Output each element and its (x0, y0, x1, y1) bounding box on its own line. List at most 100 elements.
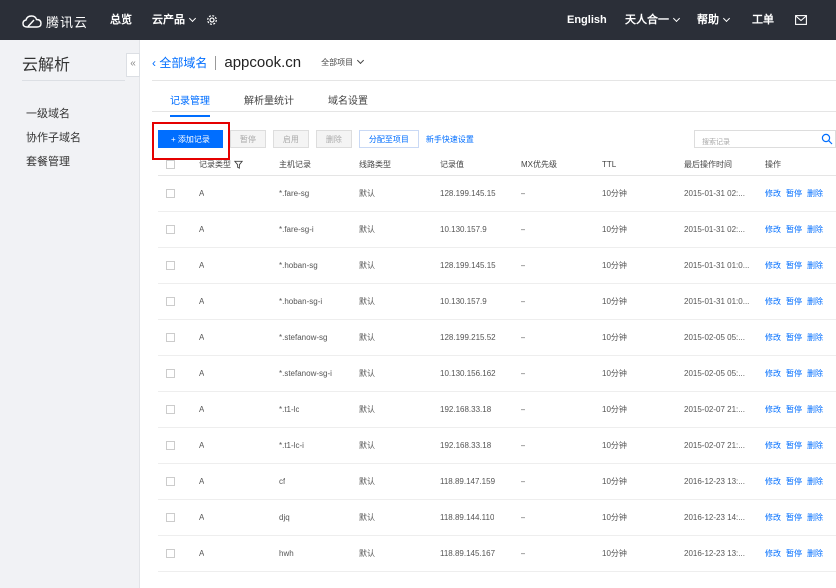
delete-link[interactable]: 删除 (807, 332, 823, 343)
search-input[interactable] (695, 134, 813, 151)
cell-mx: – (521, 189, 526, 198)
row-checkbox[interactable] (166, 189, 175, 198)
delete-link[interactable]: 删除 (807, 368, 823, 379)
row-select (166, 320, 175, 355)
row-checkbox[interactable] (166, 333, 175, 342)
row-checkbox[interactable] (166, 513, 175, 522)
row-checkbox[interactable] (166, 261, 175, 270)
nav-overview[interactable]: 总览 (110, 0, 132, 40)
cell-type: A (199, 549, 205, 558)
project-dropdown[interactable]: 全部项目 (321, 56, 365, 68)
cell-time: 2015-01-31 02:... (684, 189, 745, 198)
edit-link[interactable]: 修改 (765, 332, 781, 343)
cell-line: 默认 (359, 477, 375, 486)
delete-link[interactable]: 删除 (807, 296, 823, 307)
divider (152, 111, 836, 112)
edit-link[interactable]: 修改 (765, 548, 781, 559)
search-icon[interactable] (821, 133, 833, 145)
checkbox[interactable] (166, 160, 175, 169)
edit-link[interactable]: 修改 (765, 296, 781, 307)
delete-link[interactable]: 删除 (807, 512, 823, 523)
delete-link[interactable]: 删除 (807, 188, 823, 199)
filter-icon[interactable] (234, 160, 243, 169)
sidebar-item-top-level-domains[interactable]: 一级域名 (26, 105, 70, 121)
sidebar-collapse-button[interactable]: « (126, 53, 140, 77)
pause-link[interactable]: 暂停 (786, 548, 802, 559)
row-checkbox[interactable] (166, 405, 175, 414)
cell-type: A (199, 261, 205, 270)
pause-button[interactable]: 暂停 (229, 130, 266, 148)
cell-type: A (199, 333, 205, 342)
edit-link[interactable]: 修改 (765, 440, 781, 451)
delete-link[interactable]: 删除 (807, 224, 823, 235)
cell-mx: – (521, 441, 526, 450)
edit-link[interactable]: 修改 (765, 260, 781, 271)
row-select (166, 536, 175, 571)
pause-link[interactable]: 暂停 (786, 332, 802, 343)
row-select (166, 212, 175, 247)
edit-link[interactable]: 修改 (765, 476, 781, 487)
logo[interactable]: 腾讯云 (22, 12, 88, 31)
pause-link[interactable]: 暂停 (786, 404, 802, 415)
pause-link[interactable]: 暂停 (786, 296, 802, 307)
row-checkbox[interactable] (166, 369, 175, 378)
delete-link[interactable]: 删除 (807, 404, 823, 415)
tab-record-management[interactable]: 记录管理 (170, 92, 210, 117)
enable-button[interactable]: 启用 (272, 130, 309, 148)
nav-help[interactable]: 帮助 (697, 0, 731, 40)
delete-button[interactable]: 删除 (315, 130, 352, 148)
nav-account-label: 天人合一 (625, 14, 669, 26)
tab-resolution-stats[interactable]: 解析量统计 (244, 92, 294, 117)
cell-type: A (199, 477, 205, 486)
settings-button[interactable] (206, 0, 218, 40)
row-checkbox[interactable] (166, 225, 175, 234)
pause-link[interactable]: 暂停 (786, 224, 802, 235)
edit-link[interactable]: 修改 (765, 188, 781, 199)
pause-link[interactable]: 暂停 (786, 188, 802, 199)
cell-host: *.t1-lc (279, 405, 300, 414)
quick-setup-link[interactable]: 新手快速设置 (426, 134, 474, 145)
cell-host: *.fare-sg-i (279, 225, 314, 234)
mail-button[interactable] (795, 0, 807, 40)
cell-ttl: 10分钟 (602, 225, 627, 234)
nav-ticket[interactable]: 工单 (752, 0, 774, 40)
nav-language[interactable]: English (567, 0, 607, 40)
row-actions: 修改 暂停 删除 (765, 212, 828, 247)
pause-link[interactable]: 暂停 (786, 260, 802, 271)
delete-link[interactable]: 删除 (807, 548, 823, 559)
table-row: A *.hoban-sg 默认 128.199.145.15 – 10分钟 2015-01-… (158, 248, 836, 284)
row-checkbox[interactable] (166, 297, 175, 306)
back-to-all-domains-link[interactable]: ‹ 全部域名 (152, 54, 207, 71)
pause-link[interactable]: 暂停 (786, 368, 802, 379)
table-row: A *.stefanow-sg-i 默认 10.130.156.162 – 10分钟 201… (158, 356, 836, 392)
pause-link[interactable]: 暂停 (786, 476, 802, 487)
delete-link[interactable]: 删除 (807, 476, 823, 487)
delete-link[interactable]: 删除 (807, 440, 823, 451)
table-header: 记录类型 主机记录 线路类型 记录值 MX优先级 TTL 最后操作时间 操作 (158, 154, 836, 176)
edit-link[interactable]: 修改 (765, 368, 781, 379)
row-checkbox[interactable] (166, 549, 175, 558)
sidebar-item-shared-subdomains[interactable]: 协作子域名 (26, 129, 81, 145)
nav-products[interactable]: 云产品 (152, 0, 197, 40)
cell-time: 2015-01-31 02:... (684, 225, 745, 234)
row-select (166, 428, 175, 463)
edit-link[interactable]: 修改 (765, 404, 781, 415)
nav-account[interactable]: 天人合一 (625, 0, 681, 40)
edit-link[interactable]: 修改 (765, 224, 781, 235)
edit-link[interactable]: 修改 (765, 512, 781, 523)
cell-value: 192.168.33.18 (440, 441, 492, 450)
cell-time: 2016-12-23 13:... (684, 477, 745, 486)
pause-link[interactable]: 暂停 (786, 440, 802, 451)
delete-link[interactable]: 删除 (807, 260, 823, 271)
nav-products-label: 云产品 (152, 14, 185, 26)
pause-link[interactable]: 暂停 (786, 512, 802, 523)
table-row: A *.fare-sg 默认 128.199.145.15 – 10分钟 2015-01-3… (158, 176, 836, 212)
row-select (166, 176, 175, 211)
tab-domain-settings[interactable]: 域名设置 (328, 92, 368, 117)
sidebar-item-packages[interactable]: 套餐管理 (26, 153, 70, 169)
assign-project-button[interactable]: 分配至项目 (358, 130, 419, 148)
table-row: A *.stefanow-sg 默认 128.199.215.52 – 10分钟 2015-… (158, 320, 836, 356)
row-checkbox[interactable] (166, 441, 175, 450)
row-checkbox[interactable] (166, 477, 175, 486)
cell-ttl: 10分钟 (602, 513, 627, 522)
